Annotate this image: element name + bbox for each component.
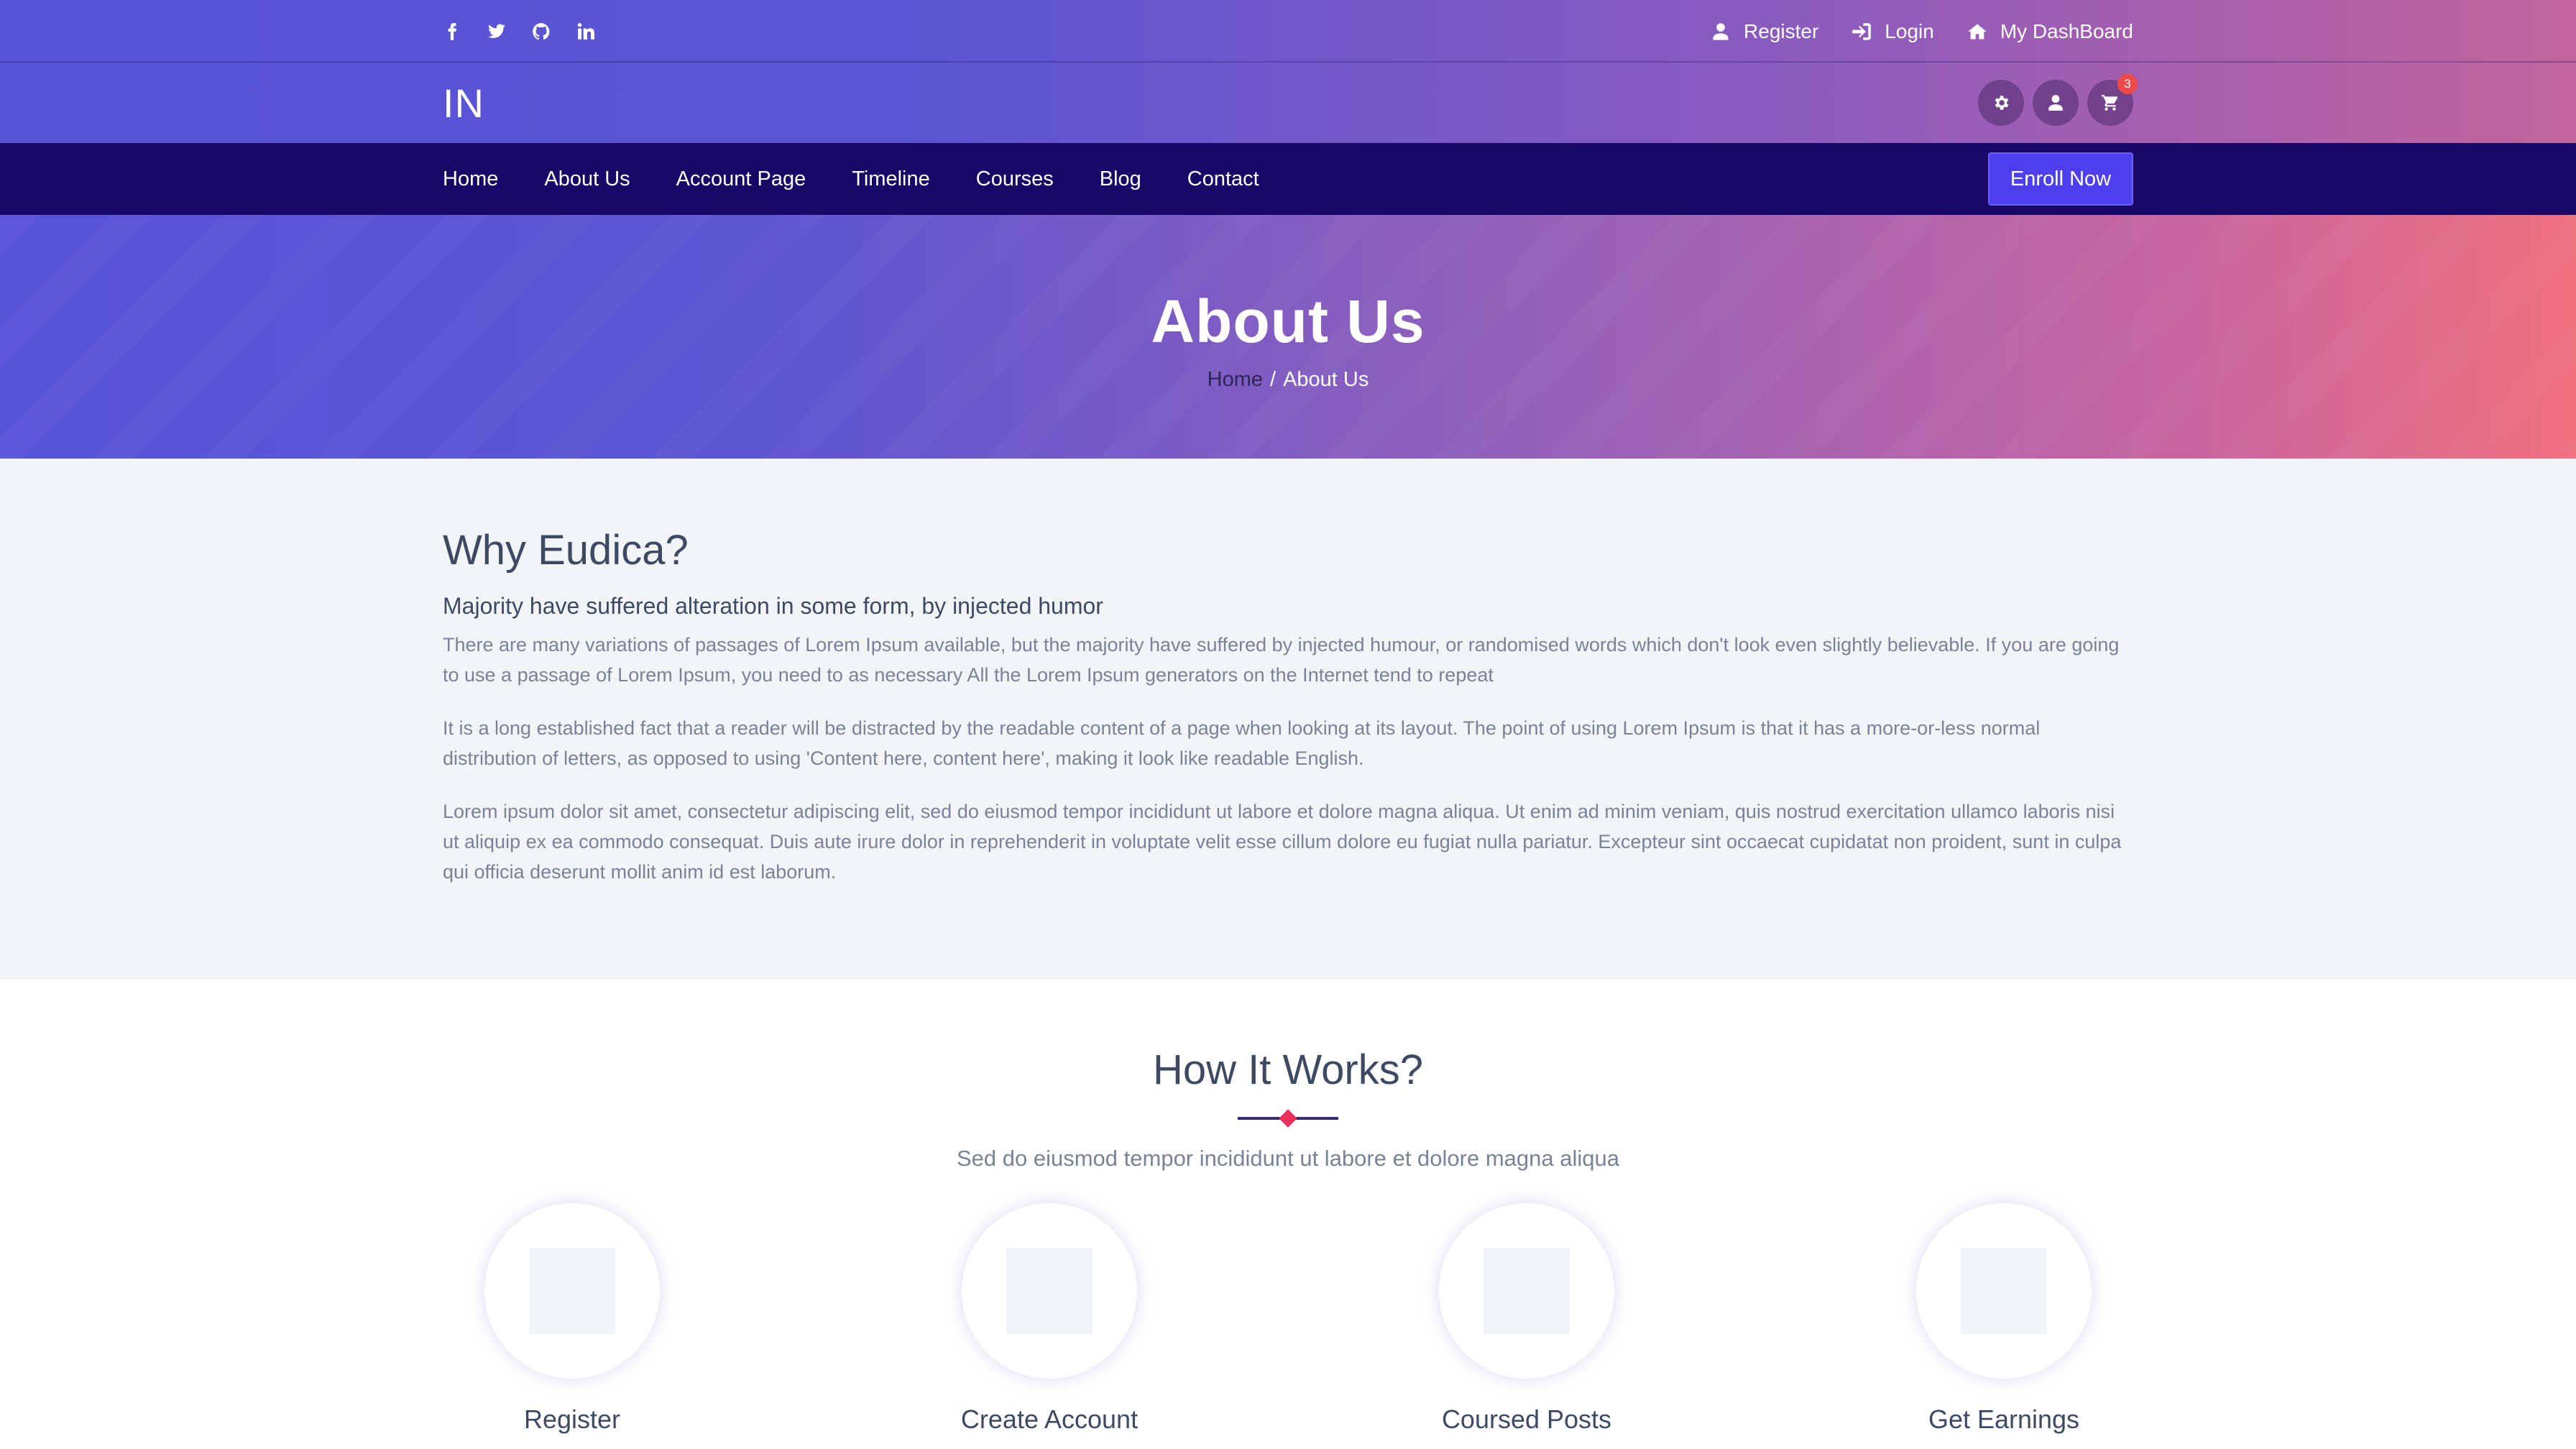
dashboard-label: My DashBoard: [2000, 19, 2133, 42]
nav-item-account-page[interactable]: Account Page: [676, 167, 806, 191]
user-icon: [2048, 95, 2063, 111]
user-icon: [1713, 22, 1729, 40]
step-get-earnings[interactable]: Get Earnings: [1853, 1203, 2155, 1435]
cart-button[interactable]: 3: [2087, 74, 2138, 126]
step-image: [1484, 1248, 1570, 1334]
step-create-account[interactable]: Create Account: [898, 1203, 1200, 1435]
why-paragraph: There are many variations of passages of…: [443, 634, 2120, 686]
why-title: Why Eudica?: [443, 527, 689, 574]
breadcrumb-home[interactable]: Home: [1208, 368, 1263, 392]
facebook-icon[interactable]: [443, 22, 461, 41]
step-label: Get Earnings: [1928, 1404, 2080, 1434]
why-section: Why Eudica? Majority have suffered alter…: [0, 459, 2576, 980]
main-nav: Home About Us Account Page Timeline Cour…: [0, 143, 2576, 215]
step-image: [1006, 1248, 1092, 1334]
login-label: Login: [1885, 19, 1934, 42]
nav-item-contact[interactable]: Contact: [1187, 167, 1259, 191]
social-links: [443, 22, 595, 41]
nav-item-about-us[interactable]: About Us: [544, 167, 630, 191]
step-image: [529, 1248, 615, 1334]
page-title: About Us: [1151, 287, 1425, 355]
why-paragraph: Lorem ipsum dolor sit amet, consectetur …: [443, 801, 2122, 883]
profile-button[interactable]: [2033, 80, 2079, 126]
page-hero: About Us Home / About Us: [0, 215, 2576, 459]
github-icon[interactable]: [532, 22, 551, 41]
settings-button[interactable]: [1978, 80, 2024, 126]
nav-item-timeline[interactable]: Timeline: [852, 167, 930, 191]
breadcrumb-current: About Us: [1283, 367, 1369, 391]
step-circle: [484, 1203, 660, 1379]
enroll-now-button[interactable]: Enroll Now: [1988, 152, 2133, 206]
cart-icon: [2102, 95, 2118, 111]
step-register[interactable]: Register: [421, 1203, 723, 1435]
step-label: Create Account: [960, 1404, 1138, 1434]
twitter-icon[interactable]: [487, 22, 506, 41]
step-label: Register: [523, 1404, 621, 1434]
register-link[interactable]: Register: [1711, 20, 1818, 43]
account-links: Register Login My DashBoard: [1711, 20, 2133, 43]
step-circle: [1916, 1203, 2092, 1379]
login-link[interactable]: Login: [1852, 20, 1934, 43]
linkedin-icon[interactable]: [576, 22, 595, 41]
section-divider: [1238, 1109, 1338, 1128]
step-circle: [962, 1203, 1137, 1379]
nav-item-courses[interactable]: Courses: [976, 167, 1054, 191]
how-title: How It Works?: [1152, 1046, 1423, 1093]
how-it-works-section: How It Works? Sed do eiusmod tempor inci…: [0, 980, 2576, 1449]
register-label: Register: [1744, 19, 1819, 42]
header-actions: 3: [1978, 74, 2138, 126]
step-circle: [1439, 1203, 1614, 1379]
why-paragraph: It is a long established fact that a rea…: [443, 717, 2041, 769]
steps-list: Register Create Account Coursed Posts Ge…: [443, 1203, 2133, 1435]
nav-item-blog[interactable]: Blog: [1100, 167, 1141, 191]
step-image: [1961, 1248, 2047, 1334]
breadcrumb: Home / About Us: [1208, 368, 1369, 392]
step-coursed-posts[interactable]: Coursed Posts: [1376, 1203, 1678, 1435]
diamond-icon: [1279, 1109, 1297, 1128]
step-label: Coursed Posts: [1441, 1404, 1612, 1434]
site-logo[interactable]: IN: [443, 80, 484, 126]
nav-menu: Home About Us Account Page Timeline Cour…: [443, 167, 1259, 191]
gear-icon: [1995, 96, 2009, 110]
breadcrumb-separator: /: [1270, 367, 1276, 391]
why-subtitle: Majority have suffered alteration in som…: [443, 593, 1103, 619]
cart-count-badge: 3: [2117, 74, 2138, 94]
home-icon: [1967, 24, 1987, 39]
nav-item-home[interactable]: Home: [443, 167, 498, 191]
site-header: Register Login My DashBoard IN 3: [0, 0, 2576, 143]
topbar: Register Login My DashBoard: [0, 0, 2576, 63]
sign-in-icon: [1852, 22, 1872, 40]
brand-bar: IN 3: [0, 63, 2576, 143]
how-subtitle: Sed do eiusmod tempor incididunt ut labo…: [957, 1146, 1619, 1171]
dashboard-link[interactable]: My DashBoard: [1967, 20, 2133, 43]
